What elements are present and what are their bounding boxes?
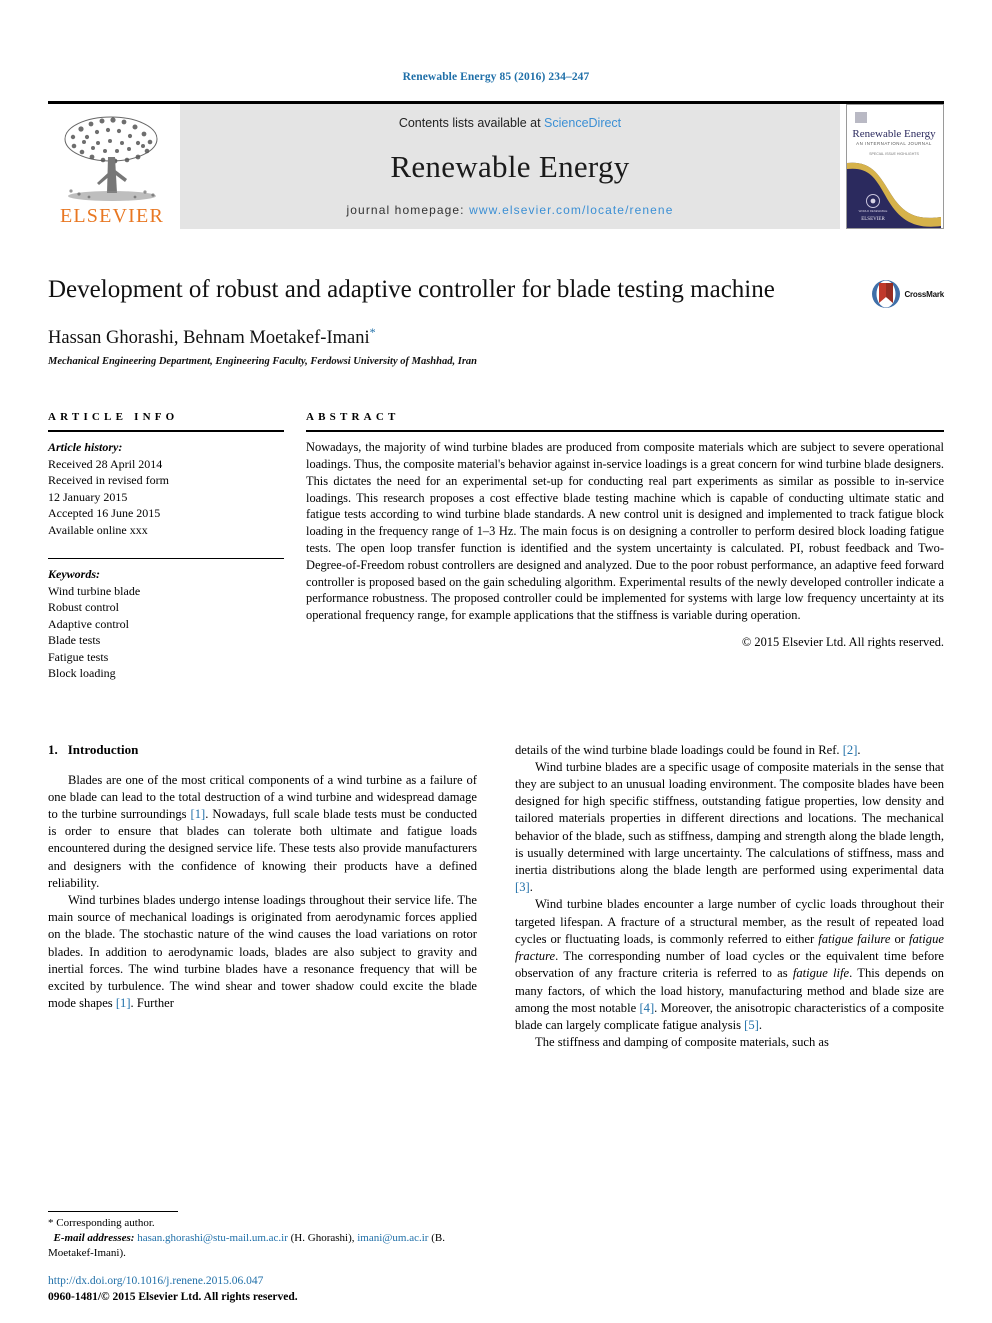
article-info-rule: [48, 430, 284, 433]
footnote-rule: [48, 1211, 178, 1212]
crossmark-badge[interactable]: CrossMark: [871, 279, 944, 309]
keywords-list: Wind turbine blade Robust control Adapti…: [48, 583, 284, 682]
paragraph: Wind turbine blades are a specific usage…: [515, 759, 944, 895]
footnote-block: * Corresponding author. E-mail addresses…: [48, 1211, 478, 1261]
journal-homepage-line: journal homepage: www.elsevier.com/locat…: [347, 203, 674, 217]
citation-link[interactable]: [4]: [639, 1001, 654, 1015]
journal-band: Contents lists available at ScienceDirec…: [180, 104, 840, 229]
email-label: E-mail addresses:: [53, 1232, 135, 1244]
abstract-heading: ABSTRACT: [306, 411, 400, 424]
article-info-block: ARTICLE INFO Article history: Received 2…: [48, 411, 306, 682]
history-item: Available online xxx: [48, 522, 148, 537]
keyword-item: Blade tests: [48, 633, 101, 648]
keywords-rule: [48, 558, 284, 560]
contents-available-line: Contents lists available at ScienceDirec…: [399, 116, 621, 130]
elsevier-tree-icon: [64, 116, 158, 201]
author-list: Hassan Ghorashi, Behnam Moetakef-Imani*: [48, 325, 853, 349]
paragraph: The stiffness and damping of composite m…: [535, 1035, 829, 1050]
paragraph: Wind turbines blades undergo intense loa…: [48, 893, 477, 1011]
email-owner-1: (H. Ghorashi),: [290, 1232, 355, 1244]
info-abstract-row: ARTICLE INFO Article history: Received 2…: [48, 411, 944, 682]
email-addresses-line: E-mail addresses: hasan.ghorashi@stu-mai…: [48, 1231, 478, 1261]
citation-link[interactable]: [5]: [744, 1018, 759, 1032]
paragraph: details of the wind turbine blade loadin…: [515, 742, 861, 757]
crossmark-icon: [872, 280, 901, 308]
doi-link[interactable]: http://dx.doi.org/10.1016/j.renene.2015.…: [48, 1273, 298, 1289]
paper-page: Renewable Energy 85 (2016) 234–247 ELSEV…: [0, 0, 992, 1323]
affiliation: Mechanical Engineering Department, Engin…: [48, 356, 477, 368]
keyword-item: Adaptive control: [48, 616, 129, 631]
emphasis-text: fatigue failure: [818, 931, 891, 946]
citation-link[interactable]: [2]: [843, 743, 858, 757]
section-name: Introduction: [67, 741, 139, 757]
issn-copyright: 0960-1481/© 2015 Elsevier Ltd. All right…: [48, 1291, 298, 1303]
paragraph: Wind turbine blades encounter a large nu…: [515, 897, 944, 1032]
doi-block: http://dx.doi.org/10.1016/j.renene.2015.…: [48, 1273, 298, 1305]
keyword-item: Robust control: [48, 600, 119, 615]
page-title: Development of robust and adaptive contr…: [48, 276, 775, 303]
crossmark-label: CrossMark: [904, 289, 944, 299]
history-item: Accepted 16 June 2015: [48, 506, 161, 521]
keywords-label: Keywords:: [48, 567, 100, 582]
article-history-list: Received 28 April 2014 Received in revis…: [48, 456, 284, 539]
svg-text:ELSEVIER: ELSEVIER: [861, 217, 885, 222]
journal-cover-art: Renewable Energy AN INTERNATIONAL JOURNA…: [847, 105, 941, 228]
svg-text:WORLD RENEWABLE: WORLD RENEWABLE: [859, 209, 888, 213]
emphasis-text: fatigue life: [792, 966, 850, 981]
elsevier-logo: ELSEVIER: [48, 104, 176, 229]
article-info-heading: ARTICLE INFO: [48, 411, 179, 424]
history-item: Received 28 April 2014: [48, 456, 163, 471]
journal-title: Renewable Energy: [390, 148, 630, 184]
title-block: Development of robust and adaptive contr…: [48, 275, 944, 367]
email-link-1[interactable]: hasan.ghorashi@stu-mail.um.ac.ir: [137, 1232, 288, 1244]
abstract-text: Nowadays, the majority of wind turbine b…: [306, 440, 944, 623]
contents-prefix: Contents lists available at: [398, 116, 545, 130]
section-heading-introduction: 1. Introduction: [48, 742, 477, 758]
citation-link[interactable]: [1]: [116, 996, 131, 1010]
body-columns: 1. Introduction Blades are one of the mos…: [48, 742, 944, 1052]
keyword-item: Fatigue tests: [48, 649, 109, 664]
svg-text:Renewable Energy: Renewable Energy: [852, 128, 936, 140]
right-column: details of the wind turbine blade loadin…: [515, 742, 944, 1052]
corresponding-author-marker: *: [369, 325, 376, 339]
sciencedirect-link[interactable]: ScienceDirect: [544, 116, 621, 130]
paragraph: Blades are one of the most critical comp…: [48, 772, 477, 890]
svg-text:SPECIAL ISSUE HIGHLIGHTS: SPECIAL ISSUE HIGHLIGHTS: [869, 152, 919, 156]
corresponding-author-note: * Corresponding author.: [48, 1217, 155, 1229]
history-item: Received in revised form: [48, 473, 169, 488]
author-names: Hassan Ghorashi, Behnam Moetakef-Imani: [48, 328, 370, 349]
abstract-rule: [306, 430, 944, 433]
article-history-label: Article history:: [48, 440, 123, 455]
citation-link[interactable]: [1]: [191, 807, 206, 821]
history-item: 12 January 2015: [48, 489, 128, 504]
svg-text:AN INTERNATIONAL JOURNAL: AN INTERNATIONAL JOURNAL: [856, 141, 932, 146]
homepage-url-link[interactable]: www.elsevier.com/locate/renene: [469, 203, 673, 217]
elsevier-wordmark: ELSEVIER: [59, 205, 165, 227]
section-number: 1.: [48, 741, 58, 757]
citation-link[interactable]: [3]: [515, 880, 530, 894]
abstract-copyright: © 2015 Elsevier Ltd. All rights reserved…: [741, 634, 944, 649]
homepage-prefix: journal homepage:: [346, 203, 470, 217]
journal-masthead: ELSEVIER Contents lists available at Sci…: [48, 101, 944, 229]
keyword-item: Block loading: [48, 666, 116, 681]
left-column: 1. Introduction Blades are one of the mos…: [48, 742, 477, 1052]
email-link-2[interactable]: imani@um.ac.ir: [357, 1232, 428, 1244]
abstract-block: ABSTRACT Nowadays, the majority of wind …: [306, 411, 944, 650]
journal-cover-thumbnail: Renewable Energy AN INTERNATIONAL JOURNA…: [846, 104, 944, 229]
running-head: Renewable Energy 85 (2016) 234–247: [402, 71, 590, 83]
keyword-item: Wind turbine blade: [48, 583, 141, 598]
title-main: Development of robust and adaptive contr…: [48, 275, 871, 367]
